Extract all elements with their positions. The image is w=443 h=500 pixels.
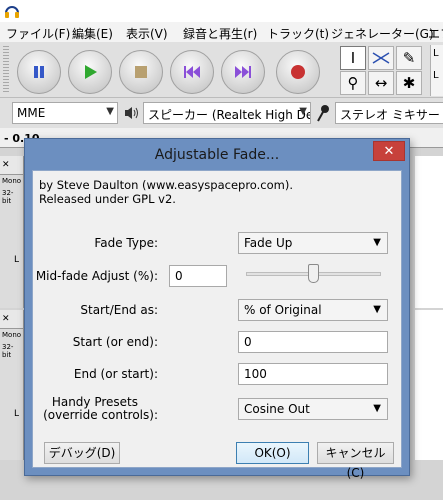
meter-toolbar-fragment: L L — [430, 45, 443, 96]
selection-tool-icon[interactable]: I — [340, 46, 366, 70]
chevron-down-icon: ▼ — [373, 403, 381, 414]
toolbar-grip[interactable] — [3, 46, 9, 94]
meter-label-top: L — [433, 48, 439, 59]
fade-type-label: Fade Type: — [94, 236, 158, 250]
menu-transport[interactable]: 録音と再生(r) — [183, 25, 257, 42]
start-value: 0 — [244, 335, 252, 349]
adjustable-fade-dialog: Adjustable Fade... ✕ by Steve Daulton (w… — [24, 138, 410, 480]
track-close-icon[interactable]: ✕ — [0, 156, 23, 175]
output-device-value: スピーカー (Realtek High Def — [148, 108, 311, 122]
app-titlebar — [0, 0, 443, 22]
input-device-select[interactable]: ステレオ ミキサー (Rea — [335, 102, 443, 124]
end-label: End (or start): — [73, 367, 158, 381]
envelope-tool-icon[interactable] — [368, 46, 394, 70]
time-shift-tool-icon[interactable]: ↔ — [368, 71, 394, 95]
menu-edit[interactable]: 編集(E) — [72, 25, 113, 42]
zoom-tool-icon[interactable]: ⚲ — [340, 71, 366, 95]
record-icon — [291, 65, 305, 79]
dialog-intro-text: by Steve Daulton (www.easyspacepro.com).… — [39, 178, 293, 206]
mid-fade-value: 0 — [175, 269, 183, 283]
device-toolbar: MME ▼ スピーカー (Realtek High Def ▼ ステレオ ミキサー … — [0, 98, 443, 128]
start-end-as-value: % of Original — [244, 303, 322, 317]
audio-host-select[interactable]: MME ▼ — [12, 102, 118, 124]
end-value: 100 — [244, 367, 267, 381]
end-input[interactable]: 100 — [238, 363, 388, 385]
meter-label-mid: L — [433, 70, 439, 81]
presets-value: Cosine Out — [244, 402, 310, 416]
skip-end-icon — [235, 66, 251, 78]
start-end-as-label: Start/End as: — [80, 303, 158, 317]
microphone-icon — [317, 105, 329, 122]
audacity-headphones-icon — [5, 6, 19, 18]
fade-type-select[interactable]: Fade Up ▼ — [238, 232, 388, 254]
ok-button[interactable]: OK(O) — [236, 442, 309, 464]
dialog-body: by Steve Daulton (www.easyspacepro.com).… — [32, 170, 402, 480]
menu-tracks[interactable]: トラック(t) — [267, 25, 329, 42]
track-rate-label: 32-bit — [2, 189, 14, 205]
chevron-down-icon: ▼ — [373, 304, 381, 315]
play-button[interactable] — [68, 50, 112, 94]
pause-icon — [34, 66, 44, 78]
tools-toolbar: I ✎ ⚲ ↔ ✱ — [337, 45, 427, 96]
chevron-down-icon: ▼ — [373, 237, 381, 248]
speaker-icon — [125, 107, 138, 119]
output-device-select[interactable]: スピーカー (Realtek High Def ▼ — [143, 102, 311, 124]
menu-file[interactable]: ファイル(F) — [6, 25, 70, 42]
start-label: Start (or end): — [72, 335, 158, 349]
multi-tool-icon[interactable]: ✱ — [396, 71, 422, 95]
presets-select[interactable]: Cosine Out ▼ — [238, 398, 388, 420]
pause-button[interactable] — [17, 50, 61, 94]
play-icon — [85, 65, 97, 79]
track2-waveform-area[interactable] — [415, 310, 443, 460]
mid-fade-input[interactable]: 0 — [169, 265, 227, 287]
mid-fade-slider-thumb[interactable] — [308, 264, 319, 283]
menu-generate[interactable]: ジェネレーター(G) — [331, 25, 434, 42]
track-info-label: Mono — [2, 177, 22, 185]
draw-tool-icon[interactable]: ✎ — [396, 46, 422, 70]
track-control-panel-2[interactable]: ✕ Mono 32-bit L — [0, 310, 24, 460]
stop-icon — [135, 66, 147, 78]
audio-host-value: MME — [17, 106, 46, 120]
cancel-button[interactable]: キャンセル(C) — [317, 442, 394, 480]
debug-button[interactable]: デバッグ(D) — [44, 442, 120, 464]
start-end-as-select[interactable]: % of Original ▼ — [238, 299, 388, 321]
mid-fade-label: Mid-fade Adjust (%): — [35, 269, 158, 283]
close-icon: ✕ — [383, 144, 395, 159]
record-button[interactable] — [276, 50, 320, 94]
presets-label: Handy Presets (override controls): — [0, 396, 158, 422]
menu-bar: ファイル(F) 編集(E) 表示(V) 録音と再生(r) トラック(t) ジェネ… — [0, 22, 443, 42]
skip-to-start-button[interactable] — [170, 50, 214, 94]
dialog-close-button[interactable]: ✕ — [373, 141, 405, 161]
stop-button[interactable] — [119, 50, 163, 94]
presets-label-line-2: (override controls): — [43, 408, 158, 422]
fade-type-value: Fade Up — [244, 236, 293, 250]
skip-start-icon — [184, 66, 200, 78]
track-waveform-area[interactable] — [415, 156, 443, 308]
menu-view[interactable]: 表示(V) — [126, 25, 168, 42]
dialog-title: Adjustable Fade... — [154, 147, 280, 163]
skip-to-end-button[interactable] — [221, 50, 265, 94]
start-input[interactable]: 0 — [238, 331, 388, 353]
input-device-value: ステレオ ミキサー (Rea — [340, 108, 443, 122]
track-control-panel[interactable]: ✕ Mono 32-bit L — [0, 156, 24, 308]
menu-effect[interactable]: エフ — [428, 25, 443, 42]
